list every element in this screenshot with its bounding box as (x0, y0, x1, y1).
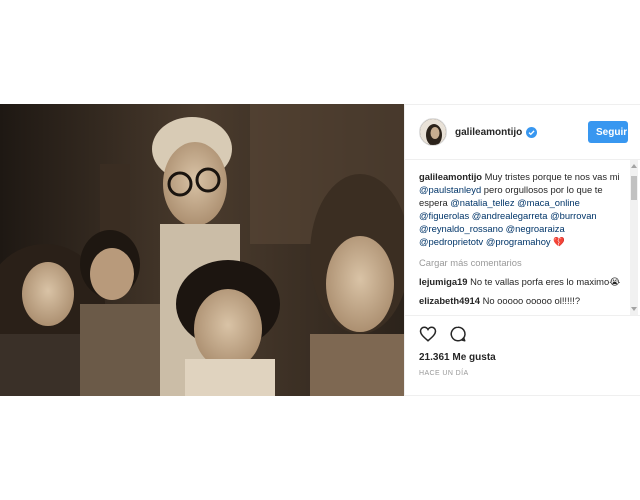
heart-icon[interactable] (419, 325, 437, 343)
comment-item: elizabeth4914 No ooooo ooooo ol!!!!!? (419, 294, 624, 307)
mention-link[interactable]: @reynaldo_rossano (419, 223, 503, 234)
mention-link[interactable]: @programahoy (486, 236, 551, 247)
scroll-down-arrow-icon[interactable] (631, 307, 637, 311)
avatar[interactable] (419, 118, 447, 146)
post-photo[interactable] (0, 104, 404, 396)
post-timestamp[interactable]: HACE UN DÍA (419, 370, 624, 377)
post-actions: 21.361 Me gusta HACE UN DÍA (405, 315, 640, 377)
comment-username[interactable]: elizabeth4914 (419, 295, 480, 306)
mention-link[interactable]: @andrealegarreta (472, 210, 548, 221)
mention-link[interactable]: @negroaraiza (506, 223, 565, 234)
mention-link[interactable]: @burrovan (550, 210, 597, 221)
comment-text: No ooooo ooooo ol!!!!!? (479, 295, 581, 306)
comment-username[interactable]: lejumiga19 (419, 276, 467, 287)
comment-icon[interactable] (449, 325, 467, 343)
mention-link[interactable]: @paulstanleyd (419, 184, 481, 195)
broken-heart-emoji: 💔 (553, 236, 565, 247)
likes-count[interactable]: 21.361 Me gusta (419, 352, 624, 363)
caption-username[interactable]: galileamontijo (419, 171, 482, 182)
caption-text: Muy tristes porque te nos vas mi (482, 171, 620, 182)
verified-badge-icon (526, 126, 538, 138)
comment-item: lejumiga19 No te vallas porfa eres lo ma… (419, 275, 624, 288)
scroll-thumb[interactable] (631, 176, 637, 200)
mention-link[interactable]: @maca_online (517, 197, 580, 208)
post-header: galileamontijo Seguir (405, 105, 640, 160)
mention-link[interactable]: @figuerolas (419, 210, 469, 221)
mention-link[interactable]: @pedroprietotv (419, 236, 483, 247)
mention-link[interactable]: @natalia_tellez (450, 197, 514, 208)
instagram-post: galileamontijo Seguir galileamontijo Muy… (0, 104, 640, 396)
follow-button[interactable]: Seguir (588, 121, 628, 143)
caption: galileamontijo Muy tristes porque te nos… (419, 170, 624, 248)
post-sidebar: galileamontijo Seguir galileamontijo Muy… (404, 104, 640, 396)
scroll-up-arrow-icon[interactable] (631, 164, 637, 168)
load-more-comments-link[interactable]: Cargar más comentarios (419, 256, 624, 269)
post-username[interactable]: galileamontijo (455, 127, 522, 138)
comments-section: galileamontijo Muy tristes porque te nos… (405, 160, 640, 315)
comments-scrollbar[interactable] (630, 160, 638, 315)
action-icons (419, 324, 624, 344)
comment-text: No te vallas porfa eres lo maximo😭 (467, 276, 621, 287)
